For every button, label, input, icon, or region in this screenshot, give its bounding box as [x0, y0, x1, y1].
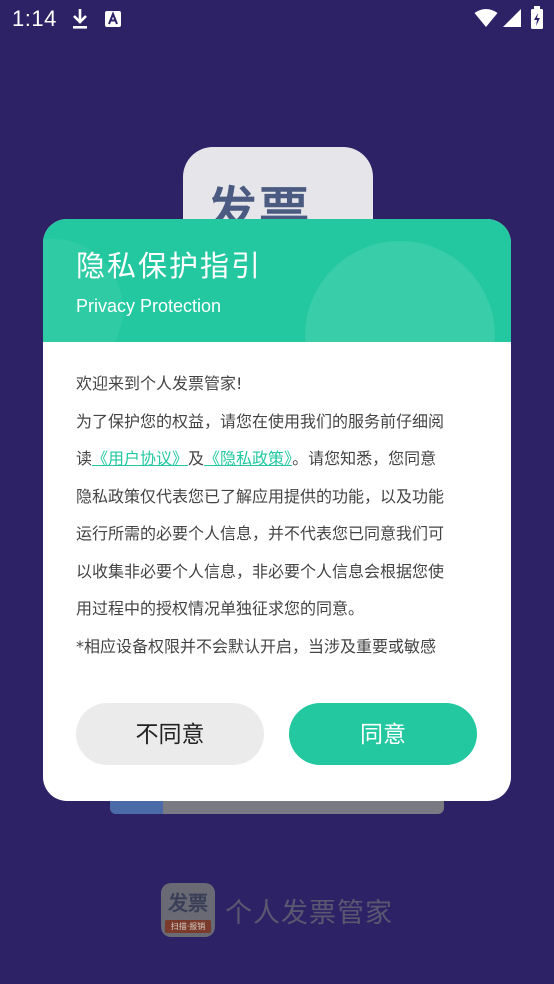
status-time: 1:14: [12, 6, 57, 31]
body-line: 用过程中的授权情况单独征求您的同意。: [76, 599, 365, 618]
dialog-subtitle: Privacy Protection: [76, 296, 222, 316]
body-text: 及: [188, 449, 205, 468]
dialog-body-text[interactable]: 欢迎来到个人发票管家! 为了保护您的权益，请您在使用我们的服务前仔细阅 读《用户…: [76, 365, 480, 658]
header-decoration: [305, 241, 495, 342]
battery-icon: [531, 6, 543, 29]
app-logo-text: 发票: [168, 891, 208, 915]
wifi-icon: [474, 9, 498, 27]
body-line: 读《用户协议》及《隐私政策》。请您知悉，您同意: [76, 440, 480, 478]
agree-button[interactable]: 同意: [289, 703, 477, 765]
privacy-policy-link[interactable]: 《隐私政策》: [204, 449, 292, 468]
user-agreement-link[interactable]: 《用户协议》: [92, 449, 188, 468]
dialog-header: 隐私保护指引 Privacy Protection: [43, 219, 511, 342]
body-line: 以收集非必要个人信息，非必要个人信息会根据您使: [76, 561, 445, 581]
body-line: 运行所需的必要个人信息，并不代表您已同意我们可: [76, 524, 445, 543]
app-logo: 发票 扫描·报销: [161, 883, 215, 937]
body-line: 欢迎来到个人发票管家!: [76, 374, 243, 393]
dialog-title: 隐私保护指引: [76, 249, 263, 283]
body-line: 为了保护您的权益，请您在使用我们的服务前仔细阅: [76, 411, 445, 431]
a-notification-icon: [105, 11, 121, 27]
download-icon: [73, 9, 87, 29]
app-logo-subtext: 扫描·报销: [165, 920, 211, 933]
cellular-signal-icon: [503, 9, 521, 27]
body-text: 读: [76, 449, 93, 468]
body-line: 隐私政策仅代表您已了解应用提供的功能，以及功能: [76, 486, 445, 506]
app-name: 个人发票管家: [225, 898, 393, 929]
status-bar: 1:14: [0, 0, 554, 38]
body-text: 。请您知悉，您同意: [292, 449, 437, 468]
privacy-dialog: 隐私保护指引 Privacy Protection 欢迎来到个人发票管家! 为了…: [43, 219, 511, 801]
body-line: *相应设备权限并不会默认开启，当涉及重要或敏感: [76, 636, 437, 656]
disagree-button[interactable]: 不同意: [76, 703, 264, 765]
